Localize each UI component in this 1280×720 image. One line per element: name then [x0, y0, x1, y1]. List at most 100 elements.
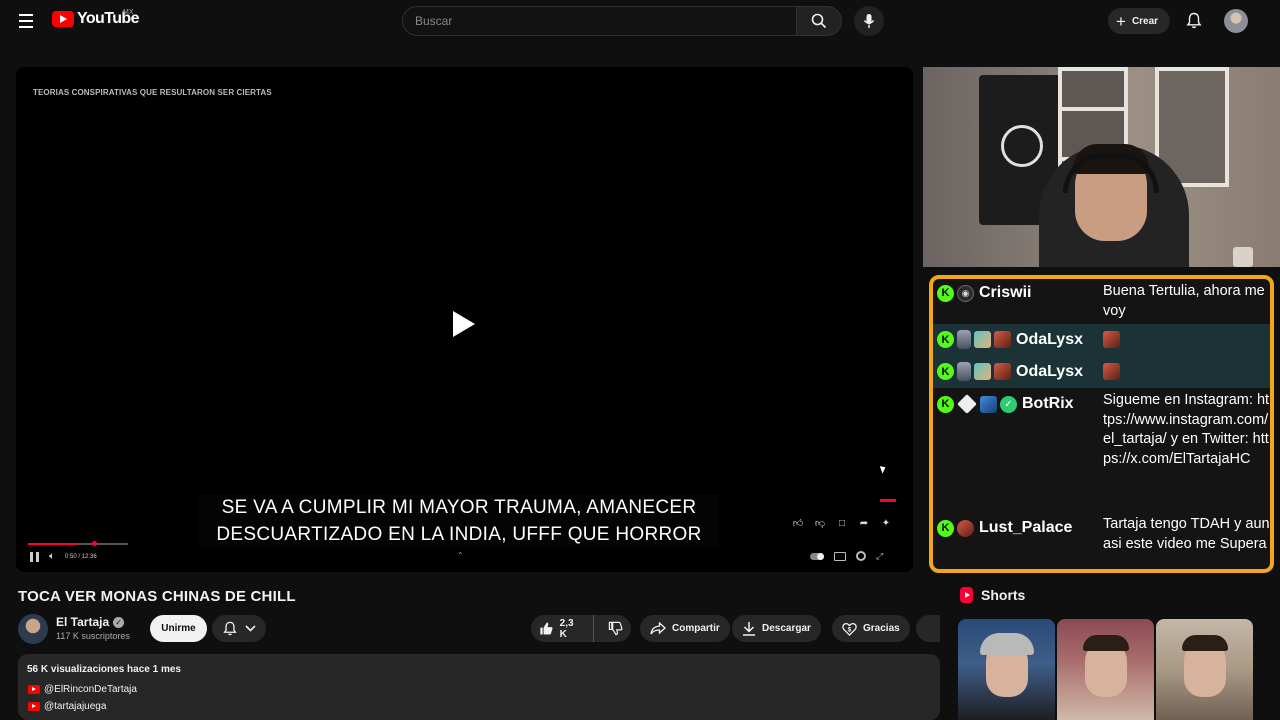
subtitle-caption: SE VA A CUMPLIR MI MAYOR TRAUMA, AMANECE… [199, 494, 719, 548]
thumbs-down-icon [608, 621, 623, 636]
chat-message: K ✓ BotRix Sigueme en Instagram: https:/… [933, 388, 1270, 512]
progress-bar[interactable] [28, 541, 128, 546]
play-icon[interactable] [453, 311, 475, 337]
chat-user-area: K OdaLysx [937, 330, 1083, 349]
thumbs-up-icon[interactable]: 👍︎ [792, 518, 804, 530]
dislike-button[interactable] [600, 615, 631, 642]
thumbnail-face [1182, 635, 1228, 697]
emote-badge-icon [974, 363, 991, 380]
create-label: Crear [1131, 15, 1159, 27]
chat-username: OdaLysx [1016, 330, 1083, 348]
account-avatar[interactable] [1224, 9, 1248, 33]
thumbs-down-icon[interactable]: 👎︎ [814, 518, 826, 530]
sparkle-icon[interactable]: ✦ [880, 518, 892, 530]
description-box[interactable]: 56 K visualizaciones hace 1 mes @ElRinco… [18, 654, 940, 720]
thanks-label: Gracias [863, 623, 900, 634]
user-badge-icon [957, 519, 974, 537]
like-dislike-group: 2,3 K [531, 615, 631, 642]
emote-badge-icon [994, 363, 1011, 380]
mouse-cursor-icon [879, 464, 888, 474]
autoplay-toggle[interactable] [810, 552, 824, 560]
notifications-button[interactable] [1183, 9, 1205, 31]
search-button[interactable] [796, 6, 842, 36]
short-thumbnail[interactable] [1156, 619, 1253, 720]
video-title: TOCA VER MONAS CHINAS DE CHILL [18, 588, 296, 605]
stream-chat-overlay: K ◉ Criswii Buena Tertulia, ahora me voy… [929, 275, 1274, 573]
voice-search-button[interactable] [854, 6, 884, 36]
menu-icon[interactable] [14, 9, 38, 33]
chat-message: K Lust_Palace Tartaja tengo TDAH y aun a… [933, 512, 1270, 569]
join-button[interactable]: Unirme [150, 615, 207, 642]
download-icon [743, 622, 755, 636]
share-button[interactable]: Compartir [640, 615, 730, 642]
progress-fill [28, 543, 77, 545]
verified-check-icon: ✓ [113, 616, 125, 628]
description-link[interactable]: @tartajajuega [28, 701, 106, 712]
scrubber-handle[interactable] [92, 541, 97, 546]
create-button[interactable]: + Crear [1108, 8, 1171, 34]
chat-text: Sigueme en Instagram: https://www.instag… [1103, 392, 1270, 467]
settings-gear-icon[interactable] [856, 551, 866, 561]
description-link[interactable]: @ElRinconDeTartaja [28, 684, 137, 695]
video-player[interactable]: TEORIAS CONSPIRATIVAS QUE RESULTARON SER… [16, 67, 913, 572]
player-controls: 🔈︎ 0:50 / 12:36 [30, 551, 97, 562]
chevron-down-icon [244, 625, 256, 632]
pause-icon[interactable] [30, 551, 39, 562]
view-count-and-date: 56 K visualizaciones hace 1 mes [27, 664, 181, 675]
svg-text:$: $ [848, 626, 852, 633]
chat-emote [1103, 362, 1270, 387]
download-label: Descargar [762, 623, 811, 634]
figure-badge-icon [957, 362, 971, 381]
mug [1233, 247, 1253, 267]
youtube-icon [28, 702, 40, 711]
chat-username: BotRix [1022, 395, 1074, 412]
chat-message: K OdaLysx [933, 324, 1270, 356]
chat-text: Buena Tertulia, ahora me voy [1103, 283, 1265, 319]
bell-icon [1186, 12, 1202, 28]
channel-link-text: @tartajajuega [44, 701, 107, 712]
kick-badge-icon: K [937, 395, 954, 413]
time-display: 0:50 / 12:36 [65, 553, 97, 560]
thanks-button[interactable]: $ Gracias [832, 615, 910, 642]
chat-user-area: K ◉ Criswii [937, 284, 1031, 302]
overlay-actions: 👍︎ 👎︎ □ ➦ ✦ [792, 518, 892, 530]
chat-text: Tartaja tengo TDAH y aun asi este video … [1103, 516, 1270, 552]
caption-line: DESCUARTIZADO EN LA INDIA, UFFF QUE HORR… [216, 524, 702, 545]
channel-name-text: El Tartaja [56, 615, 110, 629]
kick-badge-icon: K [937, 331, 954, 348]
download-button[interactable]: Descargar [732, 615, 821, 642]
fullscreen-icon[interactable]: ⤢ [876, 551, 886, 561]
more-actions-button[interactable] [916, 615, 940, 642]
webcam-overlay [923, 67, 1280, 267]
emote-badge-icon [994, 331, 1011, 348]
emote-badge-icon [974, 331, 991, 348]
player-right-controls: ⤢ [810, 551, 886, 561]
figure-badge-icon [957, 330, 971, 349]
comment-icon[interactable]: □ [836, 518, 848, 530]
like-button[interactable]: 2,3 K [531, 615, 594, 642]
chat-username: OdaLysx [1016, 362, 1083, 380]
top-bar: YouTube MX + Crear [0, 0, 1280, 42]
youtube-logo[interactable]: YouTube MX [52, 9, 139, 28]
tool-badge-icon [980, 395, 997, 413]
chat-username: Lust_Palace [979, 519, 1073, 536]
search-icon [811, 13, 827, 29]
chat-user-area: K OdaLysx [937, 362, 1083, 381]
emote-icon [1103, 363, 1120, 380]
share-icon [650, 622, 666, 635]
channel-avatar[interactable] [18, 614, 48, 644]
channel-name[interactable]: El Tartaja ✓ [56, 615, 125, 629]
search-input[interactable] [402, 6, 796, 36]
volume-icon[interactable]: 🔈︎ [49, 551, 55, 562]
chat-username: Criswii [979, 284, 1032, 301]
share-icon[interactable]: ➦ [858, 518, 870, 530]
short-thumbnail[interactable] [1057, 619, 1154, 720]
shorts-icon [960, 587, 973, 603]
chat-user-area: K ✓ BotRix [937, 394, 1074, 414]
shorts-title: Shorts [981, 587, 1026, 603]
chevron-up-icon[interactable]: ⌃ [457, 551, 464, 560]
short-thumbnail[interactable] [958, 619, 1055, 720]
subtitles-icon[interactable] [834, 551, 846, 561]
thumbs-up-icon [540, 622, 553, 635]
subscription-bell-button[interactable] [212, 615, 266, 642]
